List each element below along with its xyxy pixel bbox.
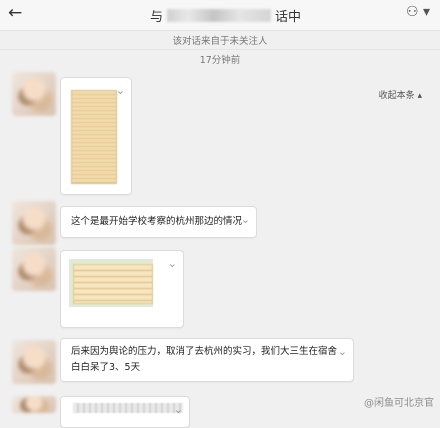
note-image[interactable] bbox=[73, 264, 153, 304]
divider bbox=[0, 49, 440, 50]
document-image[interactable] bbox=[71, 90, 117, 184]
avatar[interactable] bbox=[12, 201, 56, 245]
conversation-title: 与 话中 bbox=[150, 6, 302, 25]
back-arrow-icon[interactable]: ← bbox=[8, 3, 22, 23]
watermark: @闲鱼可北京官 bbox=[364, 398, 434, 409]
blurred-contact-name bbox=[167, 8, 272, 22]
chevron-down-icon[interactable]: ⌄ bbox=[174, 403, 183, 416]
message-text: 后来因为舆论的压力，取消了去杭州的实习，我们大三生在宿舍白白呆了3、5天 bbox=[71, 346, 338, 373]
text-message-bubble: 这个是最开始学校考察的杭州那边的情况 ⌄ bbox=[60, 206, 257, 238]
image-message-bubble[interactable]: ⌄ bbox=[60, 396, 190, 428]
message-text: 这个是最开始学校考察的杭州那边的情况 bbox=[71, 216, 243, 227]
avatar[interactable] bbox=[12, 72, 56, 116]
chevron-down-icon[interactable]: ⌄ bbox=[241, 213, 250, 226]
image-message-bubble[interactable]: ⌄ bbox=[60, 77, 132, 195]
timestamp: 17分钟前 bbox=[199, 55, 241, 66]
chevron-down-icon[interactable]: ⌄ bbox=[338, 345, 347, 358]
user-menu-icon[interactable]: ⚇ ▾ bbox=[406, 4, 430, 20]
top-bar: ← 与 话中 ⚇ ▾ bbox=[0, 0, 440, 31]
chevron-down-icon[interactable]: ⌄ bbox=[116, 84, 125, 97]
image-message-bubble[interactable]: ⌄ bbox=[60, 250, 184, 328]
avatar[interactable] bbox=[12, 396, 56, 413]
title-suffix: 话中 bbox=[275, 9, 302, 25]
avatar[interactable] bbox=[12, 340, 56, 384]
title-prefix: 与 bbox=[150, 9, 164, 25]
avatar[interactable] bbox=[12, 247, 56, 291]
chevron-down-icon[interactable]: ⌄ bbox=[168, 257, 177, 270]
text-message-bubble: 后来因为舆论的压力，取消了去杭州的实习，我们大三生在宿舍白白呆了3、5天 ⌄ bbox=[60, 338, 354, 382]
collapse-button[interactable]: 收起本条 ▴ bbox=[379, 88, 422, 101]
document-image[interactable] bbox=[73, 403, 183, 413]
conversation-notice: 该对话来自于未关注人 bbox=[172, 36, 268, 47]
